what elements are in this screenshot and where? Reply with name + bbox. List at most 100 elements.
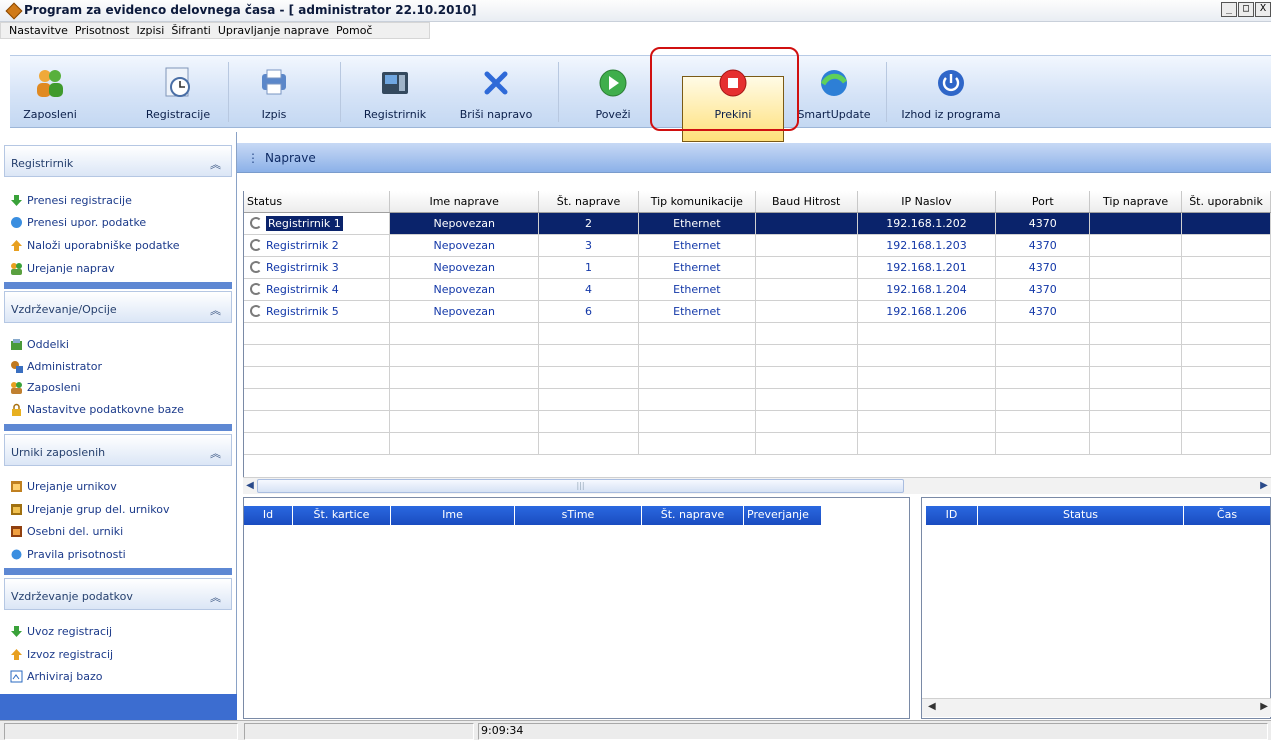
menu-prisotnost[interactable]: Prisotnost <box>75 23 130 38</box>
sidebar-item-oddelki[interactable]: Oddelki <box>10 335 69 353</box>
table-row[interactable]: Registrirnik 2 Nepovezan 3 Ethernet 192.168.… <box>244 234 1271 257</box>
col-stime[interactable]: sTime <box>515 506 642 525</box>
cell-ip[interactable]: 192.168.1.206 <box>857 300 997 323</box>
maximize-button[interactable]: □ <box>1238 2 1254 17</box>
cell-type[interactable] <box>1089 300 1183 323</box>
cell-ip[interactable]: 192.168.1.201 <box>857 256 997 279</box>
sidebar-item-arhiviraj[interactable]: Arhiviraj bazo <box>10 667 103 685</box>
cell-status[interactable]: Nepovezan <box>389 300 540 323</box>
cell-baud[interactable] <box>755 278 858 301</box>
brisi-napravo-button[interactable]: Briši napravo <box>454 56 538 128</box>
col-tip-naprave[interactable]: Tip naprave <box>1089 191 1183 213</box>
device-name-cell[interactable]: Registrirnik 3 <box>244 256 391 279</box>
sidebar-item-nastavitve-baze[interactable]: Nastavitve podatkovne baze <box>10 400 184 418</box>
table-row[interactable]: Registrirnik 3 Nepovezan 1 Ethernet 192.168.… <box>244 256 1271 279</box>
cell-type[interactable] <box>1089 256 1183 279</box>
cell-users[interactable] <box>1181 256 1271 279</box>
smartupdate-button[interactable]: SmartUpdate <box>796 56 872 128</box>
col-st-kartice[interactable]: Št. kartice <box>293 506 391 525</box>
cell-ip[interactable]: 192.168.1.204 <box>857 278 997 301</box>
cell-users[interactable] <box>1181 300 1271 323</box>
cell-baud[interactable] <box>755 234 858 257</box>
cell-num[interactable]: 4 <box>538 278 639 301</box>
sidebar-item-urejanje-urnikov[interactable]: Urejanje urnikov <box>10 477 117 495</box>
menu-izpisi[interactable]: Izpisi <box>136 23 164 38</box>
cell-type[interactable] <box>1089 278 1183 301</box>
horizontal-scrollbar[interactable]: ◀ ||| ▶ <box>243 477 1271 494</box>
col-st-naprave[interactable]: Št. naprave <box>642 506 744 525</box>
col-cas[interactable]: Čas <box>1184 506 1270 525</box>
menu-upravljanje-naprave[interactable]: Upravljanje naprave <box>218 23 329 38</box>
cell-baud[interactable] <box>755 300 858 323</box>
col-st-uporabnikov[interactable]: Št. uporabnik <box>1181 191 1271 213</box>
col-preverjanje[interactable]: Preverjanje <box>744 506 822 525</box>
table-row[interactable]: Registrirnik 5 Nepovezan 6 Ethernet 192.168.… <box>244 300 1271 323</box>
close-button[interactable]: X <box>1255 2 1271 17</box>
col-id[interactable]: Id <box>244 506 293 525</box>
collapse-chevron-icon[interactable]: ︽ <box>210 445 221 461</box>
col-ip-naslov[interactable]: IP Naslov <box>857 191 997 213</box>
izpis-button[interactable]: Izpis <box>254 56 294 128</box>
cell-status[interactable]: Nepovezan <box>389 256 540 279</box>
scroll-left-icon[interactable]: ◀ <box>928 701 936 712</box>
device-name-cell[interactable]: Registrirnik 1 <box>244 212 391 235</box>
sidebar-item-prenesi-upor[interactable]: Prenesi upor. podatke <box>10 213 146 231</box>
povezi-button[interactable]: Poveži <box>592 56 634 128</box>
cell-port[interactable]: 4370 <box>995 278 1091 301</box>
zaposleni-button[interactable]: Zaposleni <box>14 56 86 128</box>
cell-type[interactable] <box>1089 234 1183 257</box>
sidebar-item-nalozi[interactable]: Naloži uporabniške podatke <box>10 236 180 254</box>
minimize-button[interactable]: _ <box>1221 2 1237 17</box>
cell-port[interactable]: 4370 <box>995 212 1091 235</box>
cell-port[interactable]: 4370 <box>995 256 1091 279</box>
cell-type[interactable] <box>1089 212 1183 235</box>
cell-num[interactable]: 1 <box>538 256 639 279</box>
cell-comm[interactable]: Ethernet <box>638 278 756 301</box>
cell-baud[interactable] <box>755 256 858 279</box>
cell-comm[interactable]: Ethernet <box>638 234 756 257</box>
sidebar-item-pravila-prisotnosti[interactable]: Pravila prisotnosti <box>10 545 126 563</box>
section-urniki-zaposlenih[interactable]: Urniki zaposlenih ︽ <box>4 434 232 466</box>
col-baud-hitrost[interactable]: Baud Hitrost <box>755 191 858 213</box>
col-status[interactable]: Status <box>244 191 391 213</box>
device-name-cell[interactable]: Registrirnik 2 <box>244 234 391 257</box>
col-status[interactable]: Status <box>978 506 1184 525</box>
cell-users[interactable] <box>1181 212 1271 235</box>
table-row[interactable]: Registrirnik 1 Nepovezan 2 Ethernet 192.168.… <box>244 212 1271 235</box>
section-vzdrzevanje-opcije[interactable]: Vzdrževanje/Opcije ︽ <box>4 291 232 323</box>
cell-port[interactable]: 4370 <box>995 300 1091 323</box>
cell-num[interactable]: 3 <box>538 234 639 257</box>
table-row[interactable]: Registrirnik 4 Nepovezan 4 Ethernet 192.168.… <box>244 278 1271 301</box>
cell-ip[interactable]: 192.168.1.203 <box>857 234 997 257</box>
sidebar-item-urejanje-grup[interactable]: Urejanje grup del. urnikov <box>10 500 170 518</box>
registracije-button[interactable]: Registracije <box>138 56 218 128</box>
cell-users[interactable] <box>1181 278 1271 301</box>
collapse-chevron-icon[interactable]: ︽ <box>210 302 221 318</box>
col-tip-komunikacije[interactable]: Tip komunikacije <box>638 191 756 213</box>
sidebar-item-urejanje-naprav[interactable]: Urejanje naprav <box>10 259 115 277</box>
collapse-chevron-icon[interactable]: ︽ <box>210 156 221 172</box>
cell-port[interactable]: 4370 <box>995 234 1091 257</box>
cell-num[interactable]: 2 <box>538 212 639 235</box>
scroll-left-icon[interactable]: ◀ <box>243 478 257 494</box>
col-port[interactable]: Port <box>995 191 1091 213</box>
cell-ip[interactable]: 192.168.1.202 <box>857 212 997 235</box>
cell-status[interactable]: Nepovezan <box>389 234 540 257</box>
sidebar-item-osebni-urniki[interactable]: Osebni del. urniki <box>10 522 123 540</box>
sidebar-item-uvoz[interactable]: Uvoz registracij <box>10 622 112 640</box>
cell-comm[interactable]: Ethernet <box>638 256 756 279</box>
izhod-button[interactable]: Izhod iz programa <box>898 56 1004 128</box>
menu-nastavitve[interactable]: Nastavitve <box>9 23 68 38</box>
col-ime[interactable]: Ime <box>391 506 515 525</box>
scroll-right-icon[interactable]: ▶ <box>1260 701 1268 712</box>
device-name-cell[interactable]: Registrirnik 5 <box>244 300 391 323</box>
cell-users[interactable] <box>1181 234 1271 257</box>
collapse-chevron-icon[interactable]: ︽ <box>210 589 221 605</box>
scroll-right-icon[interactable]: ▶ <box>1257 478 1271 494</box>
cell-baud[interactable] <box>755 212 858 235</box>
menu-sifranti[interactable]: Šifranti <box>171 23 211 38</box>
sidebar-item-izvoz[interactable]: Izvoz registracij <box>10 645 113 663</box>
menu-pomoc[interactable]: Pomoč <box>336 23 372 38</box>
cell-status[interactable]: Nepovezan <box>389 278 540 301</box>
col-ime-naprave[interactable]: Ime naprave <box>389 191 540 213</box>
